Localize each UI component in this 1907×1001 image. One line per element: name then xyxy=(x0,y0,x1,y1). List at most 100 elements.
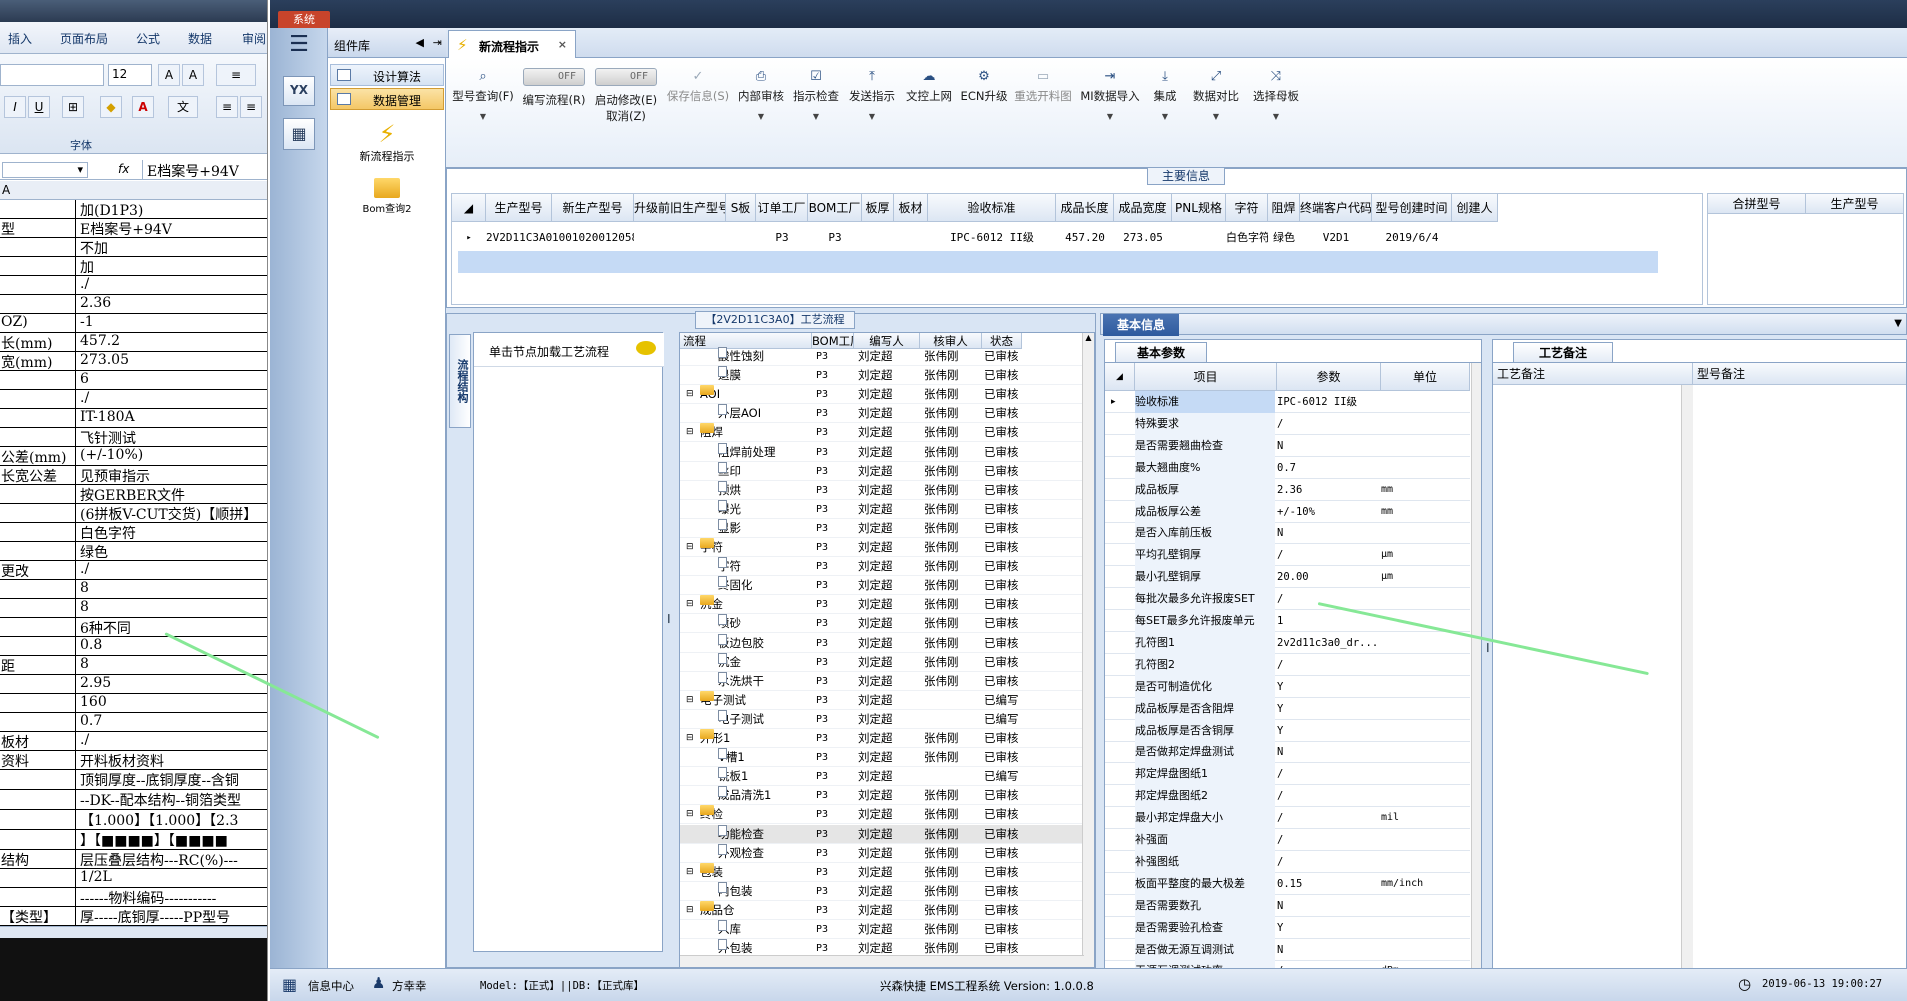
splitter-handle[interactable]: ❙ xyxy=(665,614,673,624)
dropdown-arrow-icon[interactable]: ▼ xyxy=(788,112,844,121)
process-node[interactable]: 外层AOI xyxy=(718,404,812,423)
excel-row[interactable]: IT-180A xyxy=(0,409,267,428)
excel-cell-value[interactable]: 2.95 xyxy=(78,675,111,693)
excel-cell-label[interactable]: OZ) xyxy=(0,314,76,332)
excel-row[interactable]: 8 xyxy=(0,599,267,618)
excel-cell-label[interactable] xyxy=(0,428,76,446)
excel-cell-value[interactable]: 加(D1P3) xyxy=(78,200,143,218)
param-row[interactable]: 是否做无源互调测试 N xyxy=(1105,938,1470,961)
excel-cell-value[interactable]: 顶铜厚度--底铜厚度--含铜 xyxy=(78,770,239,789)
excel-cell-value[interactable]: ./ xyxy=(78,561,89,579)
excel-cell-value[interactable]: 0.8 xyxy=(78,637,102,655)
excel-cell-value[interactable]: 加 xyxy=(78,257,94,275)
cell[interactable]: V2D1 xyxy=(1300,227,1372,249)
shrink-font-icon[interactable]: A xyxy=(182,64,204,86)
shortcut-bom-query[interactable]: Bom查询2 xyxy=(328,174,446,224)
excel-cell-label[interactable]: 长宽公差 xyxy=(0,466,76,484)
param-value[interactable]: Y xyxy=(1277,720,1377,742)
param-row[interactable]: 补强面 / xyxy=(1105,829,1470,851)
excel-row[interactable]: 绿色 xyxy=(0,542,267,561)
excel-row[interactable]: 更改 ./ xyxy=(0,561,267,580)
excel-cell-value[interactable]: ./ xyxy=(78,732,89,750)
toolbar-label-cancel[interactable]: 取消(Z) xyxy=(606,109,646,123)
param-value[interactable]: Y xyxy=(1277,698,1377,720)
excel-row[interactable]: 8 xyxy=(0,580,267,599)
param-row[interactable]: 特殊要求 / xyxy=(1105,412,1470,435)
yx-module-icon[interactable]: YX xyxy=(283,76,315,106)
param-value[interactable]: N xyxy=(1277,939,1377,961)
excel-cell-label[interactable] xyxy=(0,276,76,294)
cloud-upload-button[interactable]: ☁ 文控上网 xyxy=(900,58,958,168)
excel-cell-value[interactable]: (6拼板V-CUT交货)【顺拼】 xyxy=(78,504,257,522)
process-node[interactable]: 丝印 xyxy=(718,461,812,481)
process-row[interactable]: 成品清洗1 P3 刘定超 张伟刚 已审核 xyxy=(680,786,1094,806)
col-header[interactable]: 订单工厂 xyxy=(756,194,808,222)
param-value[interactable]: 2.36 xyxy=(1277,479,1377,501)
excel-cell-label[interactable] xyxy=(0,238,76,256)
process-node[interactable]: 板边包胶 xyxy=(718,633,812,653)
cell[interactable] xyxy=(1172,227,1226,249)
search-button[interactable]: ⌕ 型号查询(F) ▼ xyxy=(448,58,518,168)
horizontal-scrollbar[interactable] xyxy=(680,955,1084,967)
param-value[interactable]: Y xyxy=(1277,917,1377,939)
excel-cell-label[interactable]: 结构 xyxy=(0,850,76,868)
dropdown-arrow-icon[interactable]: ▼ xyxy=(1144,112,1186,121)
excel-row[interactable]: 按GERBER文件 xyxy=(0,485,267,504)
cell[interactable]: 绿色 xyxy=(1268,227,1300,249)
excel-cell-value[interactable]: 8 xyxy=(78,599,89,617)
excel-cell-label[interactable] xyxy=(0,409,76,427)
process-node[interactable]: 成品仓 xyxy=(700,900,812,920)
process-row[interactable]: V槽1 P3 刘定超 张伟刚 已审核 xyxy=(680,748,1094,768)
excel-cell-label[interactable] xyxy=(0,694,76,712)
process-row[interactable]: 曝光 P3 刘定超 张伟刚 已审核 xyxy=(680,499,1094,519)
excel-cell-value[interactable]: 273.05 xyxy=(78,352,129,370)
collapse-icon[interactable]: ⊟ xyxy=(686,805,694,824)
grow-font-icon[interactable]: A xyxy=(158,64,180,86)
excel-row[interactable]: 结构 层压叠层结构---RC(%)--- xyxy=(0,850,267,869)
excel-tab-layout[interactable]: 页面布局 xyxy=(60,30,108,47)
param-row[interactable]: 邦定焊盘图纸1/ xyxy=(1105,763,1470,786)
excel-cell-label[interactable]: 更改 xyxy=(0,561,76,579)
cell[interactable] xyxy=(634,227,726,249)
excel-row[interactable]: 0.8 xyxy=(0,637,267,656)
param-row[interactable]: 是否做邦定焊盘测试 N xyxy=(1105,741,1470,764)
excel-row[interactable]: ./ xyxy=(0,390,267,409)
download-button[interactable]: ⤓ 集成 ▼ xyxy=(1144,58,1186,168)
excel-cell-value[interactable]: 】【■■■■】【■■■■ xyxy=(78,830,228,849)
process-row[interactable]: ⊟ 字符 P3 刘定超 张伟刚 已审核 xyxy=(680,538,1094,557)
excel-row[interactable]: 公差(mm) (+/-10%) xyxy=(0,447,267,466)
param-value[interactable]: N xyxy=(1277,522,1377,544)
excel-cell-value[interactable]: 层压叠层结构---RC(%)--- xyxy=(78,850,238,868)
excel-cell-label[interactable]: 型 xyxy=(0,219,76,237)
excel-row[interactable]: 顶铜厚度--底铜厚度--含铜 xyxy=(0,770,267,790)
col-item[interactable]: 项目 xyxy=(1135,363,1277,391)
node-hint-panel[interactable]: 单击节点加载工艺流程 xyxy=(473,332,664,952)
param-row[interactable]: 是否需要验孔检查 Y xyxy=(1105,916,1470,939)
col-header[interactable]: BOM工厂 xyxy=(808,194,862,222)
fill-color-icon[interactable]: ◆ xyxy=(100,96,122,118)
process-row[interactable]: 预烘 P3 刘定超 张伟刚 已审核 xyxy=(680,480,1094,500)
param-value[interactable]: 0.15 xyxy=(1277,873,1377,895)
excel-cell-value[interactable]: 1/2L xyxy=(78,869,112,887)
excel-row[interactable]: ------物料编码----------- xyxy=(0,888,267,907)
excel-row[interactable]: 加(D1P3) xyxy=(0,200,267,219)
cell[interactable]: 2019/6/4 xyxy=(1372,227,1452,249)
process-row[interactable]: 入库 P3 刘定超 张伟刚 已审核 xyxy=(680,920,1094,939)
collapse-icon[interactable]: ⊟ xyxy=(686,863,694,882)
param-value[interactable]: 20.00 xyxy=(1277,566,1377,588)
excel-cell-label[interactable] xyxy=(0,295,76,313)
excel-cell-label[interactable] xyxy=(0,790,76,809)
excel-cell-label[interactable] xyxy=(0,523,76,541)
process-node[interactable]: 预烘 xyxy=(718,480,812,500)
excel-cell-value[interactable]: --DK--配本结构--铜箔类型 xyxy=(78,790,241,809)
param-row[interactable]: 是否入库前压板 N xyxy=(1105,522,1470,545)
params-grid[interactable]: ◢ 项目 参数 单位 ▸ 验收标准 IPC-6012 II级 特殊要求 / 是否需要翘曲检… xyxy=(1105,362,1481,968)
col-header[interactable]: 阻焊 xyxy=(1268,194,1300,222)
process-tree-grid[interactable]: 流程BOM工厂编写人核审人状态 酸性蚀刻P3刘定超张伟刚已审核退膜P3刘定超张伟… xyxy=(679,332,1095,968)
process-node[interactable]: 酸性蚀刻 xyxy=(718,347,812,366)
excel-cell-value[interactable]: 见预审指示 xyxy=(78,466,150,484)
param-row[interactable]: 成品板厚公差 +/-10% mm xyxy=(1105,500,1470,523)
excel-cell-label[interactable] xyxy=(0,888,76,906)
print-button[interactable]: ⎙ 内部审核 ▼ xyxy=(734,58,788,168)
excel-cell-label[interactable]: 距 xyxy=(0,656,76,674)
